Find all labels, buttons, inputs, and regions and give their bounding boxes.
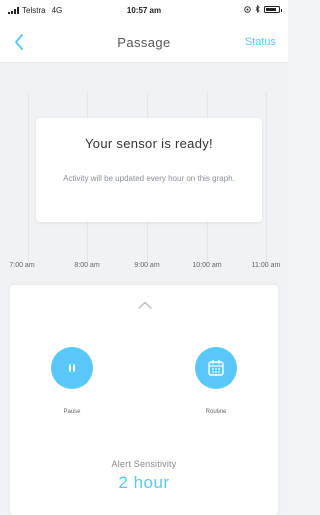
routine-button[interactable] [195,347,237,389]
control-panel: Pause Routine Alert Sensitivity 2 hour [10,285,278,515]
time-label: 11:00 am [251,262,281,269]
graph-gridline [266,93,267,263]
battery-icon [264,5,282,13]
sensor-ready-card: Your sensor is ready! Activity will be u… [36,118,262,222]
alert-sensitivity-value[interactable]: 2 hour [10,473,278,493]
calendar-icon [208,359,224,376]
graph-time-axis: 7:00 am 8:00 am 9:00 am 10:00 am 11:00 a… [0,262,288,274]
pause-icon [69,364,75,372]
status-right [244,5,282,13]
alert-sensitivity-label: Alert Sensitivity [111,459,177,469]
graph-gridline [28,93,29,263]
pause-label: Pause [63,409,81,415]
nav-bar: Passage Status [0,22,288,63]
time-label: 9:00 am [134,262,160,269]
time-label: 10:00 am [192,262,222,269]
location-icon [244,5,251,13]
time-label: 8:00 am [74,262,100,269]
sensor-ready-heading: Your sensor is ready! [85,136,213,151]
pause-action: Pause [42,347,102,415]
status-button[interactable]: Status [245,36,276,48]
bluetooth-icon [255,5,260,13]
sensor-ready-message: Activity will be updated every hour on t… [63,174,235,183]
pause-button[interactable] [51,347,93,389]
time-label: 7:00 am [9,262,35,269]
chevron-up-icon[interactable] [138,301,152,309]
routine-action: Routine [186,347,246,415]
routine-label: Routine [205,409,227,415]
status-bar: Telstra 4G 10:57 am [0,0,288,22]
